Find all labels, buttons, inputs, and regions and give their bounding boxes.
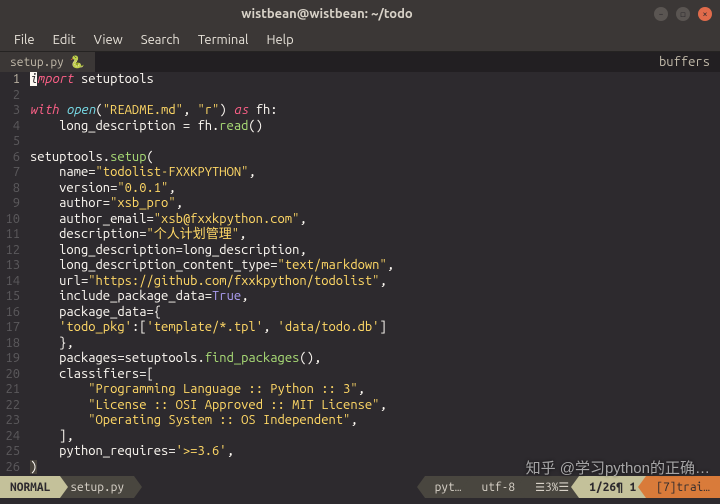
- status-filename: setup.py: [60, 476, 134, 498]
- window-buttons: – ◻ ×: [654, 7, 712, 21]
- line-number: 26: [0, 460, 20, 476]
- code-line[interactable]: with open("README.md", "r") as fh:: [30, 103, 720, 119]
- menu-view[interactable]: View: [86, 31, 131, 49]
- line-number: 7: [0, 165, 20, 181]
- buffers-label[interactable]: buffers: [649, 52, 720, 72]
- code-line[interactable]: version="0.0.1",: [30, 181, 720, 197]
- status-position: 1/26 ¶ 1: [579, 476, 646, 498]
- line-number: 9: [0, 196, 20, 212]
- code-line[interactable]: package_data={: [30, 305, 720, 321]
- code-line[interactable]: long_description_content_type="text/mark…: [30, 258, 720, 274]
- menu-edit[interactable]: Edit: [45, 31, 84, 49]
- status-bar: NORMAL setup.py pyt… utf-8 ☰ 3% ☰ 1/26 ¶…: [0, 476, 720, 498]
- close-button[interactable]: ×: [698, 7, 712, 21]
- code-line[interactable]: url="https://github.com/fxxkpython/todol…: [30, 274, 720, 290]
- code-line[interactable]: author_email="xsb@fxxkpython.com",: [30, 212, 720, 228]
- line-number: 17: [0, 320, 20, 336]
- code-line[interactable]: [30, 88, 720, 104]
- line-number: 19: [0, 351, 20, 367]
- code-line[interactable]: long_description = fh.read(): [30, 119, 720, 135]
- line-number: 12: [0, 243, 20, 259]
- hamburger-icon: ☰: [535, 481, 545, 494]
- menu-search[interactable]: Search: [133, 31, 188, 49]
- code-line[interactable]: ],: [30, 429, 720, 445]
- status-trailing: [7]trai…: [646, 476, 720, 498]
- minimize-button[interactable]: –: [654, 7, 668, 21]
- code-line[interactable]: classifiers=[: [30, 367, 720, 383]
- window-title: wistbean@wistbean: ~/todo: [0, 7, 654, 21]
- menu-bar: FileEditViewSearchTerminalHelp: [0, 28, 720, 52]
- code-line[interactable]: name="todolist-FXXKPYTHON",: [30, 165, 720, 181]
- menu-file[interactable]: File: [6, 31, 43, 49]
- line-number: 16: [0, 305, 20, 321]
- menu-help[interactable]: Help: [258, 31, 301, 49]
- code-line[interactable]: "License :: OSI Approved :: MIT License"…: [30, 398, 720, 414]
- code-line[interactable]: setuptools.setup(: [30, 150, 720, 166]
- line-number: 13: [0, 258, 20, 274]
- line-number: 23: [0, 413, 20, 429]
- code-line[interactable]: long_description=long_description,: [30, 243, 720, 259]
- tab-setup-py[interactable]: setup.py 🐍: [0, 52, 95, 72]
- line-number: 24: [0, 429, 20, 445]
- zhihu-watermark: 知乎 @学习python的正确…: [526, 457, 710, 478]
- status-mode: NORMAL: [0, 476, 60, 498]
- line-number: 3: [0, 103, 20, 119]
- code-line[interactable]: "Programming Language :: Python :: 3",: [30, 382, 720, 398]
- tab-bar: setup.py 🐍 buffers: [0, 52, 720, 72]
- code-content[interactable]: import setuptools with open("README.md", …: [26, 72, 720, 476]
- line-number: 8: [0, 181, 20, 197]
- line-number: 1: [0, 72, 20, 88]
- line-number: 25: [0, 444, 20, 460]
- code-line[interactable]: 'todo_pkg':['template/*.tpl', 'data/todo…: [30, 320, 720, 336]
- line-number: 6: [0, 150, 20, 166]
- menu-terminal[interactable]: Terminal: [190, 31, 257, 49]
- code-line[interactable]: "Operating System :: OS Independent",: [30, 413, 720, 429]
- code-line[interactable]: packages=setuptools.find_packages(),: [30, 351, 720, 367]
- code-line[interactable]: description="个人计划管理",: [30, 227, 720, 243]
- line-number: 11: [0, 227, 20, 243]
- python-icon: 🐍: [70, 55, 85, 69]
- line-number: 5: [0, 134, 20, 150]
- line-number: 2: [0, 88, 20, 104]
- code-line[interactable]: [30, 134, 720, 150]
- maximize-button[interactable]: ◻: [676, 7, 690, 21]
- line-number: 15: [0, 289, 20, 305]
- line-number: 4: [0, 119, 20, 135]
- editor-area[interactable]: 1234567891011121314151617181920212223242…: [0, 72, 720, 476]
- line-number: 18: [0, 336, 20, 352]
- code-line[interactable]: include_package_data=True,: [30, 289, 720, 305]
- line-number: 14: [0, 274, 20, 290]
- line-number: 10: [0, 212, 20, 228]
- line-number: 21: [0, 382, 20, 398]
- code-line[interactable]: import setuptools: [30, 72, 720, 88]
- window-titlebar: wistbean@wistbean: ~/todo – ◻ ×: [0, 0, 720, 28]
- line-number-gutter: 1234567891011121314151617181920212223242…: [0, 72, 26, 476]
- code-line[interactable]: author="xsb_pro",: [30, 196, 720, 212]
- line-number: 22: [0, 398, 20, 414]
- code-line[interactable]: },: [30, 336, 720, 352]
- tab-label: setup.py: [10, 56, 64, 69]
- line-number: 20: [0, 367, 20, 383]
